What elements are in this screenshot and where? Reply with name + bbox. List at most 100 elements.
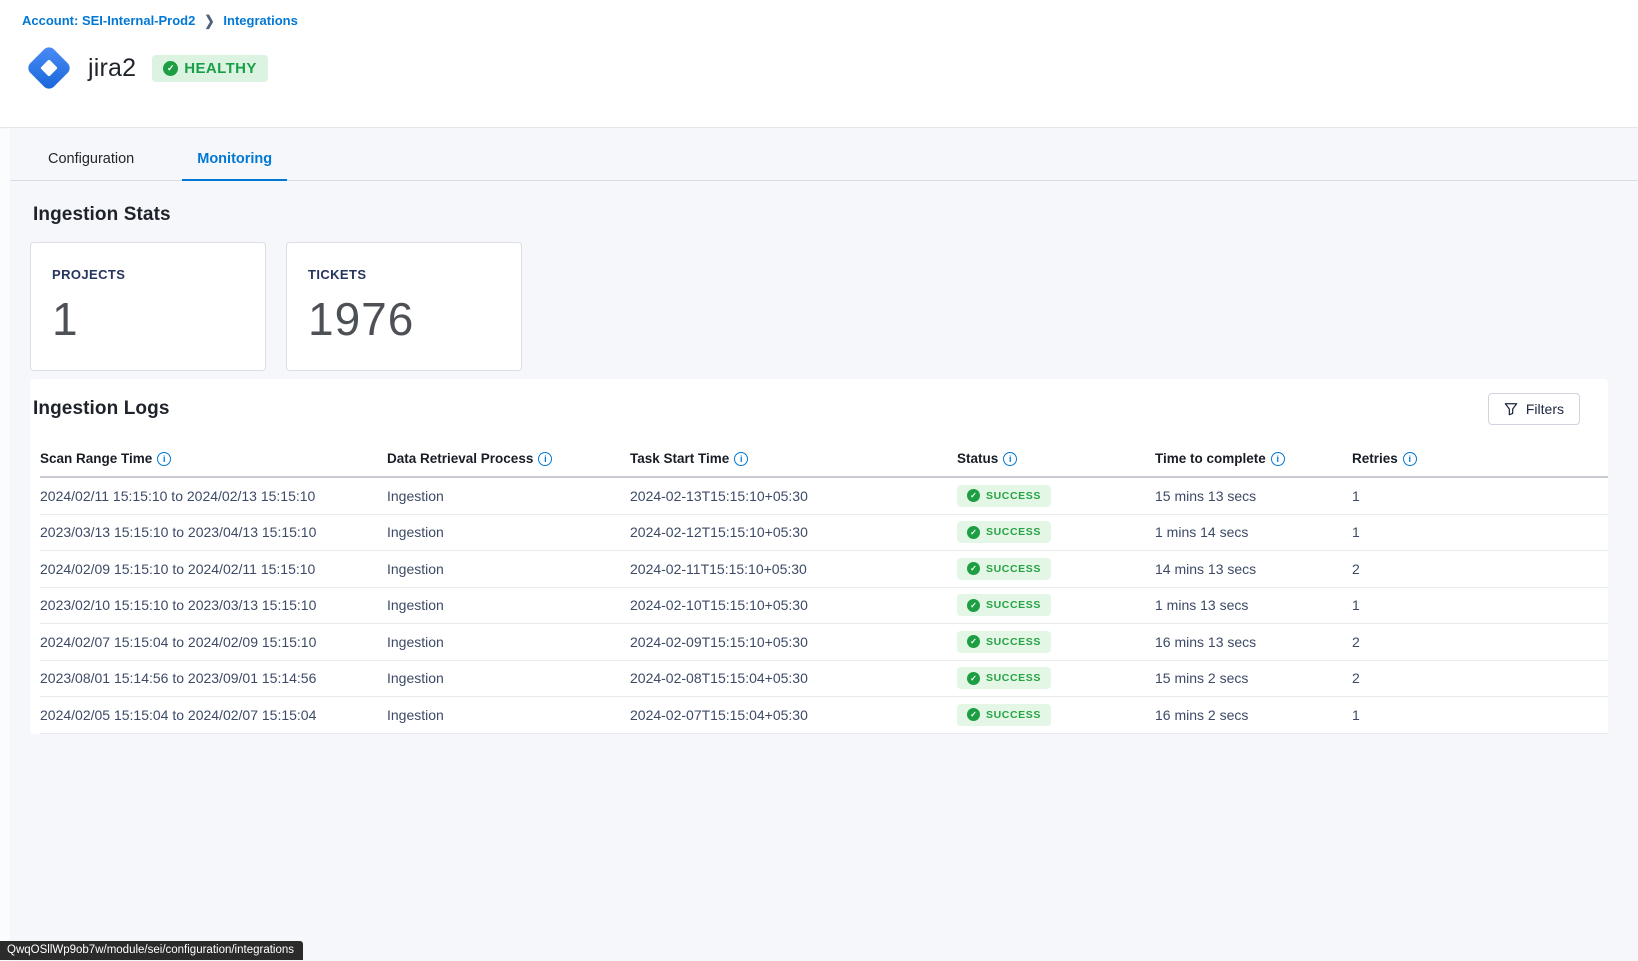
stat-card-label: TICKETS — [308, 267, 521, 282]
cell-task-start-time: 2024-02-11T15:15:10+05:30 — [630, 561, 957, 577]
check-circle-icon: ✓ — [163, 61, 178, 76]
cell-time-to-complete: 15 mins 2 secs — [1155, 670, 1352, 686]
cell-task-start-time: 2024-02-13T15:15:10+05:30 — [630, 488, 957, 504]
info-icon[interactable]: i — [157, 452, 171, 466]
cell-time-to-complete: 16 mins 13 secs — [1155, 634, 1352, 650]
filters-button[interactable]: Filters — [1488, 393, 1580, 425]
column-header-label: Retries — [1352, 451, 1398, 466]
column-header: Status i — [957, 451, 1155, 466]
info-icon[interactable]: i — [1403, 452, 1417, 466]
table-row: 2023/08/01 15:14:56 to 2023/09/01 15:14:… — [40, 661, 1608, 698]
table-row: 2023/03/13 15:15:10 to 2023/04/13 15:15:… — [40, 515, 1608, 552]
column-header: Scan Range Time i — [40, 451, 387, 466]
cell-retries: 1 — [1352, 488, 1608, 504]
info-icon[interactable]: i — [538, 452, 552, 466]
check-circle-icon: ✓ — [967, 672, 980, 685]
check-circle-icon: ✓ — [967, 489, 980, 502]
left-gutter — [0, 129, 10, 961]
tab-item[interactable]: Configuration — [33, 141, 149, 181]
table-body: 2024/02/11 15:15:10 to 2024/02/13 15:15:… — [40, 478, 1608, 734]
cell-scan-range-time: 2023/08/01 15:14:56 to 2023/09/01 15:14:… — [40, 670, 387, 686]
cell-retries: 1 — [1352, 524, 1608, 540]
cell-retries: 1 — [1352, 597, 1608, 613]
cell-data-retrieval-process: Ingestion — [387, 634, 630, 650]
cell-status: ✓ SUCCESS — [957, 521, 1155, 543]
info-icon[interactable]: i — [1271, 452, 1285, 466]
column-header-label: Time to complete — [1155, 451, 1266, 466]
column-header-label: Task Start Time — [630, 451, 729, 466]
info-icon[interactable]: i — [1003, 452, 1017, 466]
tab-item[interactable]: Monitoring — [182, 141, 287, 181]
ingestion-logs-table: Scan Range Time i Data Retrieval Process… — [30, 441, 1608, 734]
ingestion-logs-title: Ingestion Logs — [33, 398, 170, 420]
cell-scan-range-time: 2024/02/09 15:15:10 to 2024/02/11 15:15:… — [40, 561, 387, 577]
stat-card: PROJECTS 1 — [30, 242, 266, 371]
cell-data-retrieval-process: Ingestion — [387, 488, 630, 504]
cell-retries: 2 — [1352, 561, 1608, 577]
stat-card-label: PROJECTS — [52, 267, 265, 282]
cell-status: ✓ SUCCESS — [957, 667, 1155, 689]
check-circle-icon: ✓ — [967, 526, 980, 539]
stat-card: TICKETS 1976 — [286, 242, 522, 371]
column-header-label: Scan Range Time — [40, 451, 152, 466]
cell-task-start-time: 2024-02-10T15:15:10+05:30 — [630, 597, 957, 613]
table-row: 2024/02/05 15:15:04 to 2024/02/07 15:15:… — [40, 697, 1608, 734]
stat-card-value: 1 — [52, 292, 265, 346]
page-title: jira2 — [88, 54, 136, 83]
status-badge: ✓ SUCCESS — [957, 631, 1051, 653]
cell-data-retrieval-process: Ingestion — [387, 524, 630, 540]
jira-logo-icon — [22, 39, 76, 97]
table-row: 2023/02/10 15:15:10 to 2023/03/13 15:15:… — [40, 588, 1608, 625]
ingestion-logs-panel: Ingestion Logs Filters Scan Range Time i — [30, 379, 1608, 734]
cell-data-retrieval-process: Ingestion — [387, 707, 630, 723]
status-badge: ✓ SUCCESS — [957, 704, 1051, 726]
cell-status: ✓ SUCCESS — [957, 631, 1155, 653]
check-circle-icon: ✓ — [967, 562, 980, 575]
cell-time-to-complete: 1 mins 13 secs — [1155, 597, 1352, 613]
cell-status: ✓ SUCCESS — [957, 485, 1155, 507]
cell-scan-range-time: 2023/02/10 15:15:10 to 2023/03/13 15:15:… — [40, 597, 387, 613]
filters-button-label: Filters — [1526, 401, 1564, 417]
cell-scan-range-time: 2024/02/05 15:15:04 to 2024/02/07 15:15:… — [40, 707, 387, 723]
column-header: Retries i — [1352, 451, 1608, 466]
health-status-badge: ✓ HEALTHY — [152, 55, 268, 82]
column-header: Time to complete i — [1155, 451, 1352, 466]
health-status-label: HEALTHY — [184, 60, 257, 77]
page-header: Account: SEI-Internal-Prod2 ❯ Integratio… — [0, 0, 1638, 128]
ingestion-stats-title: Ingestion Stats — [33, 204, 1608, 226]
cell-time-to-complete: 16 mins 2 secs — [1155, 707, 1352, 723]
status-badge: ✓ SUCCESS — [957, 594, 1051, 616]
tab-bar: Configuration Monitoring — [0, 141, 1638, 181]
status-badge: ✓ SUCCESS — [957, 485, 1051, 507]
breadcrumb-account-link[interactable]: Account: SEI-Internal-Prod2 — [22, 13, 195, 28]
cell-data-retrieval-process: Ingestion — [387, 597, 630, 613]
cell-status: ✓ SUCCESS — [957, 704, 1155, 726]
cell-time-to-complete: 14 mins 13 secs — [1155, 561, 1352, 577]
cell-retries: 2 — [1352, 634, 1608, 650]
cell-status: ✓ SUCCESS — [957, 558, 1155, 580]
cell-task-start-time: 2024-02-08T15:15:04+05:30 — [630, 670, 957, 686]
status-badge: ✓ SUCCESS — [957, 667, 1051, 689]
column-header: Data Retrieval Process i — [387, 451, 630, 466]
filter-funnel-icon — [1504, 402, 1518, 416]
breadcrumb: Account: SEI-Internal-Prod2 ❯ Integratio… — [22, 13, 1638, 28]
breadcrumb-integrations-link[interactable]: Integrations — [223, 13, 297, 28]
column-header-label: Status — [957, 451, 998, 466]
info-icon[interactable]: i — [734, 452, 748, 466]
ingestion-stats-cards: PROJECTS 1 TICKETS 1976 — [30, 242, 1608, 371]
check-circle-icon: ✓ — [967, 708, 980, 721]
cell-task-start-time: 2024-02-09T15:15:10+05:30 — [630, 634, 957, 650]
column-header: Task Start Time i — [630, 451, 957, 466]
cell-retries: 1 — [1352, 707, 1608, 723]
cell-scan-range-time: 2023/03/13 15:15:10 to 2023/04/13 15:15:… — [40, 524, 387, 540]
cell-data-retrieval-process: Ingestion — [387, 561, 630, 577]
check-circle-icon: ✓ — [967, 635, 980, 648]
status-badge-label: SUCCESS — [986, 490, 1041, 502]
cell-scan-range-time: 2024/02/11 15:15:10 to 2024/02/13 15:15:… — [40, 488, 387, 504]
table-row: 2024/02/09 15:15:10 to 2024/02/11 15:15:… — [40, 551, 1608, 588]
cell-time-to-complete: 15 mins 13 secs — [1155, 488, 1352, 504]
table-row: 2024/02/07 15:15:04 to 2024/02/09 15:15:… — [40, 624, 1608, 661]
stat-card-value: 1976 — [308, 292, 521, 346]
status-badge-label: SUCCESS — [986, 563, 1041, 575]
cell-time-to-complete: 1 mins 14 secs — [1155, 524, 1352, 540]
